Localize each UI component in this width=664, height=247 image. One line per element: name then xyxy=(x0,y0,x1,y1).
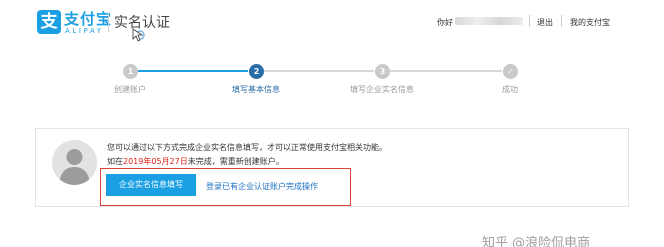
nav-divider xyxy=(561,15,562,27)
step-2-indicator: 2 xyxy=(249,64,264,79)
nav-divider xyxy=(529,15,530,27)
notice-line-2: 如在2019年05月27日未完成，需重新创建账户。 xyxy=(107,156,284,167)
step-connector xyxy=(390,70,502,72)
deadline-date: 2019年05月27日 xyxy=(123,157,188,166)
brand-name-en: ALIPAY xyxy=(65,27,104,35)
login-existing-account-link[interactable]: 登录已有企业认证账户完成操作 xyxy=(206,181,318,192)
step-3-indicator: 3 xyxy=(375,64,390,79)
header-divider xyxy=(108,12,109,32)
mouse-cursor-icon xyxy=(132,28,145,42)
my-alipay-link[interactable]: 我的支付宝 xyxy=(570,17,610,28)
step-connector xyxy=(264,70,374,72)
step-1-indicator: 1 xyxy=(123,64,138,79)
default-avatar-icon xyxy=(52,140,97,185)
brand-name[interactable]: 支付宝 xyxy=(64,8,112,29)
top-header: 支 支付宝 ALIPAY 实名认证 你好 退出 我的支付宝 xyxy=(0,0,664,44)
enterprise-verification-button[interactable]: 企业实名信息填写 xyxy=(106,174,196,196)
step-2-label: 填写基本信息 xyxy=(232,85,280,94)
step-1-label: 创建账户 xyxy=(114,85,146,94)
alipay-logo-icon[interactable]: 支 xyxy=(37,10,61,34)
logout-link[interactable]: 退出 xyxy=(537,17,553,28)
deadline-suffix: 未完成，需重新创建账户。 xyxy=(187,157,284,166)
deadline-prefix: 如在 xyxy=(107,157,123,166)
greeting-text: 你好 xyxy=(437,18,453,27)
step-4-check-icon: ✓ xyxy=(503,64,518,79)
step-3-label: 填写企业实名信息 xyxy=(350,85,414,94)
step-connector xyxy=(138,70,248,72)
progress-steps: 1 创建账户 2 填写基本信息 3 填写企业实名信息 ✓ 成功 xyxy=(0,58,664,98)
watermark-text: 知乎 @浪险侃电商 xyxy=(482,236,591,247)
blurred-username xyxy=(455,17,523,25)
step-4-label: 成功 xyxy=(502,85,518,94)
notice-line-1: 您可以通过以下方式完成企业实名信息填写，才可以正常使用支付宝相关功能。 xyxy=(107,143,387,152)
